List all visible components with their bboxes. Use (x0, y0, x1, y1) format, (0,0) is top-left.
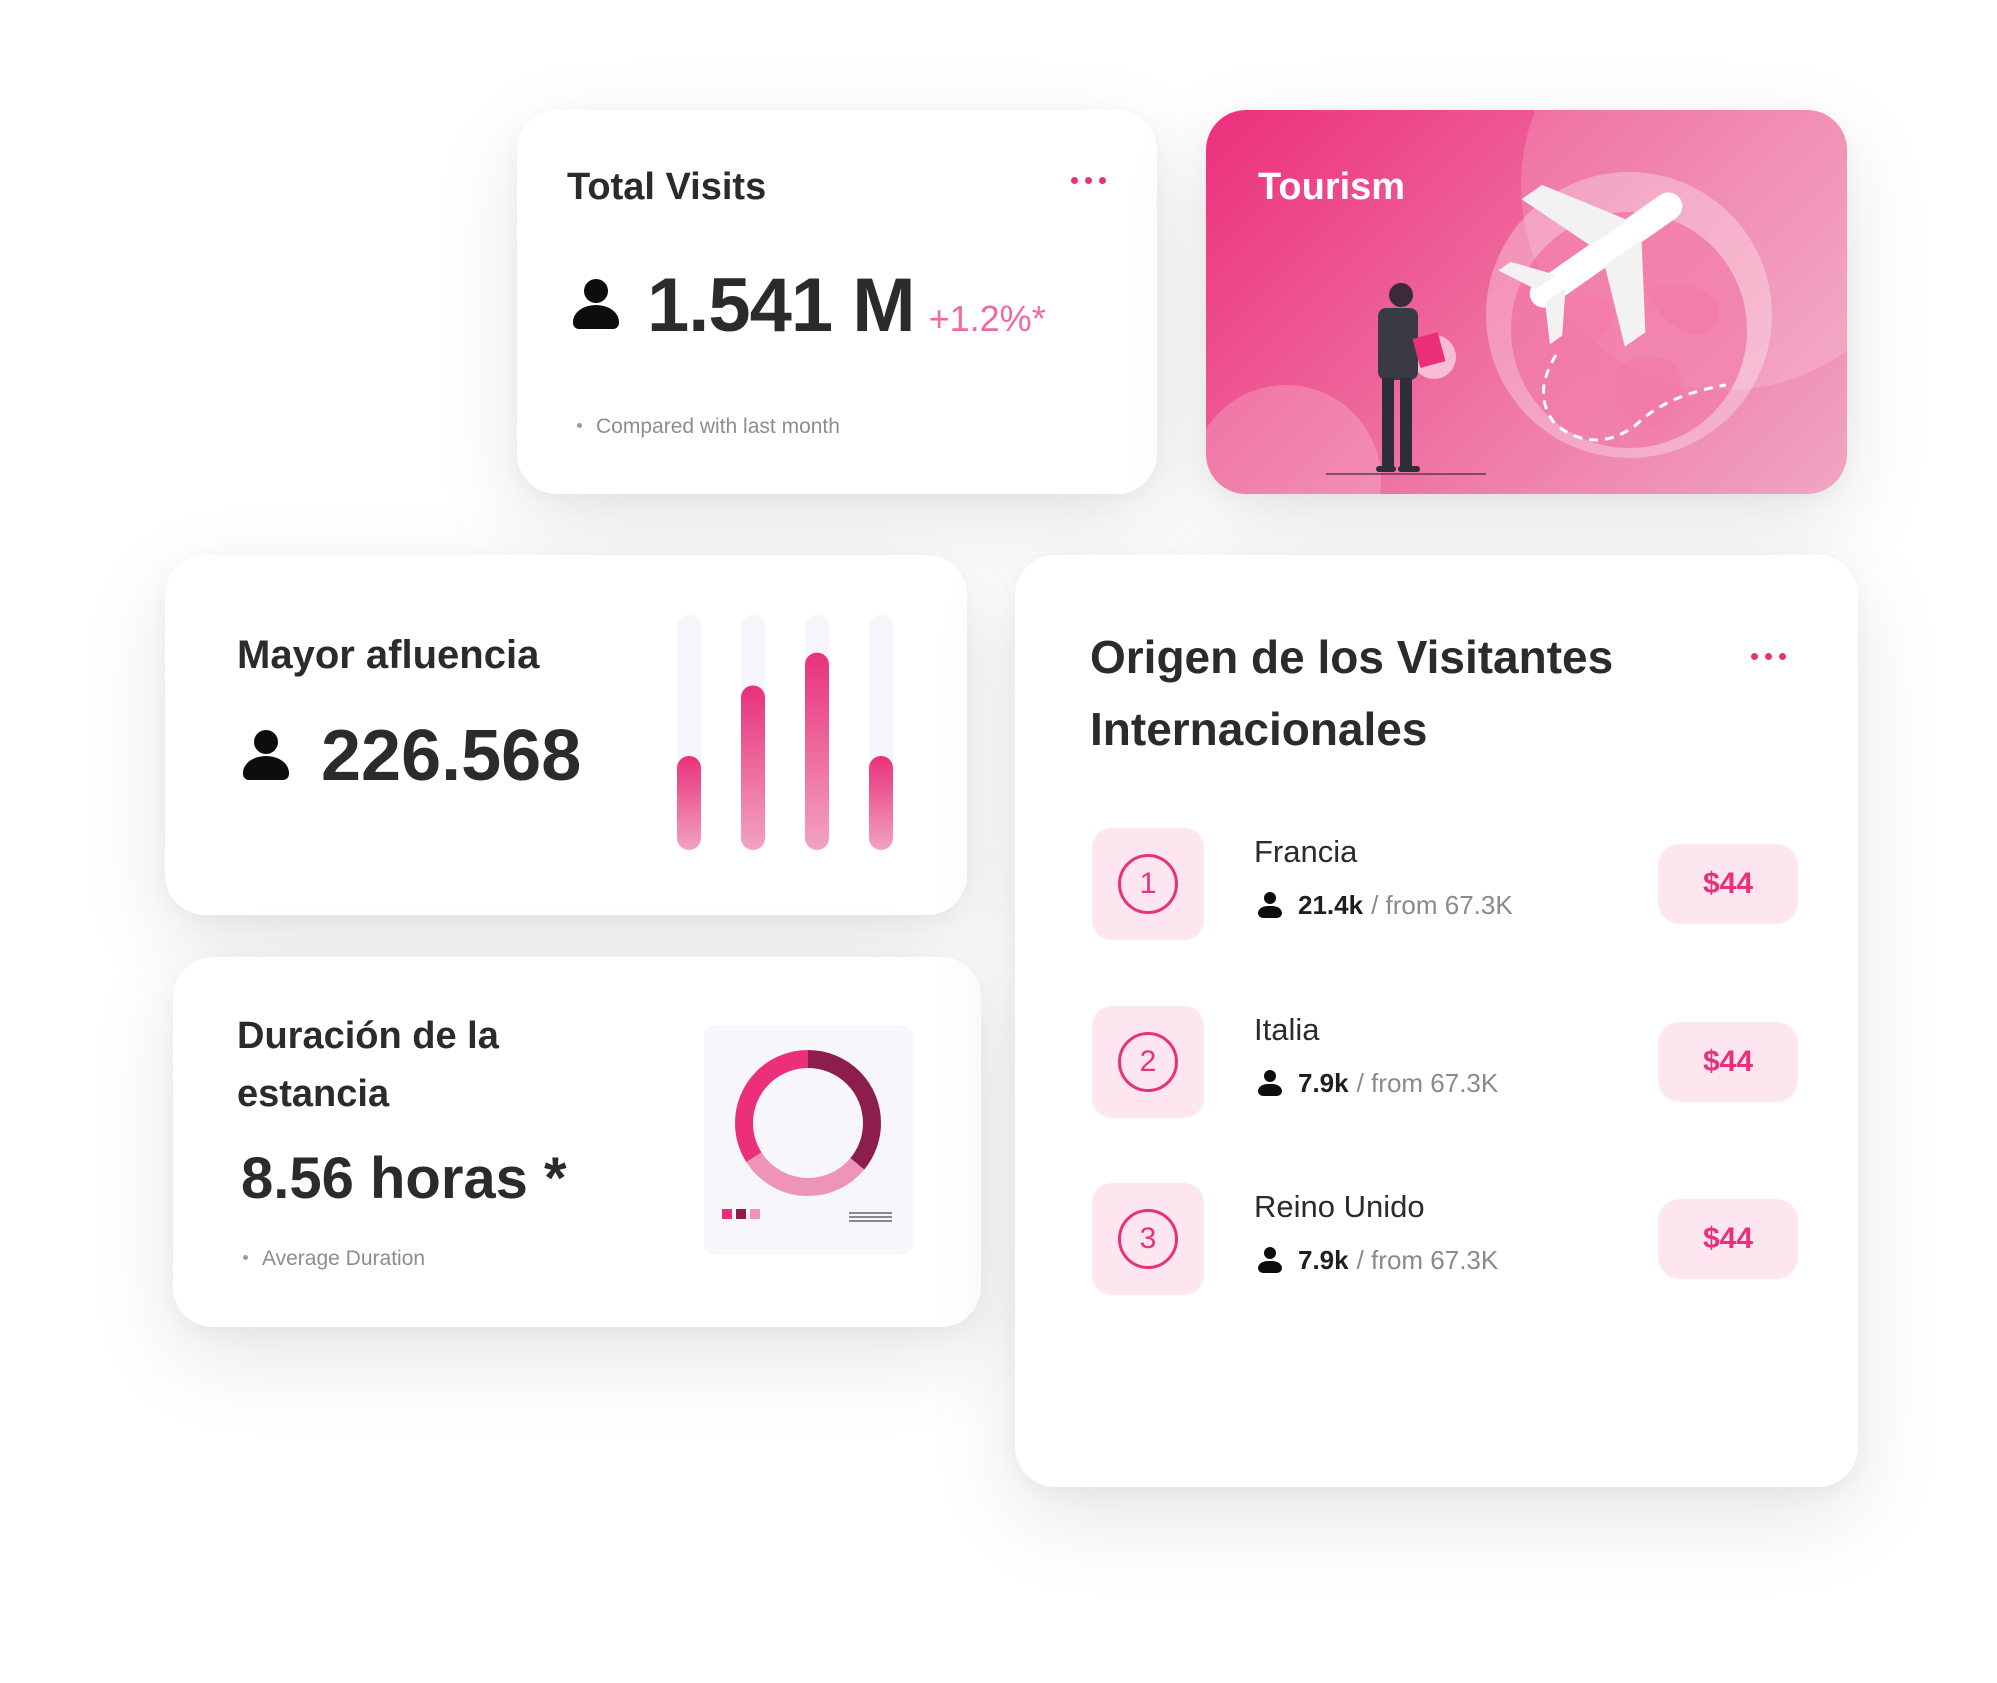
peak-value: 226.568 (321, 716, 582, 796)
rank-badge[interactable]: 2 (1092, 1006, 1204, 1118)
bar (677, 756, 701, 850)
visitor-stats: 7.9k / from 67.3K (1258, 1245, 1498, 1276)
rank-number: 2 (1118, 1032, 1178, 1092)
visitor-count: 21.4k (1298, 890, 1364, 920)
more-options-icon[interactable] (1071, 177, 1106, 184)
total-visits-value-row: 1.541 M +1.2%* (573, 262, 1046, 349)
visitor-stats: 21.4k / from 67.3K (1258, 890, 1513, 921)
list-item[interactable]: 2 Italia 7.9k / from 67.3K $44 (1092, 1006, 1798, 1118)
stay-value: 8.56 horas * (241, 1146, 567, 1211)
country-name: Reino Unido (1254, 1189, 1425, 1224)
price-badge[interactable]: $44 (1658, 1199, 1798, 1279)
rank-badge[interactable]: 1 (1092, 828, 1204, 940)
rank-number: 1 (1118, 854, 1178, 914)
legend-swatch (722, 1209, 732, 1219)
peak-title: Mayor afluencia (237, 633, 540, 677)
peak-value-row: 226.568 (243, 715, 581, 797)
tourism-title: Tourism (1258, 166, 1406, 208)
visitor-count: 7.9k (1298, 1245, 1349, 1275)
person-icon (1258, 1070, 1282, 1097)
country-name: Francia (1254, 834, 1358, 869)
origin-title: Origen de los Visitantes Internacionales (1090, 631, 1614, 755)
total-visits-change: +1.2%* (928, 298, 1046, 339)
bar (805, 652, 829, 850)
person-icon (243, 730, 289, 782)
person-icon (1258, 1247, 1282, 1274)
stay-note: Average Duration (243, 1247, 425, 1271)
total-visits-note: Compared with last month (577, 415, 840, 439)
price-badge[interactable]: $44 (1658, 844, 1798, 924)
person-icon (573, 279, 619, 331)
legend-swatch (736, 1209, 746, 1219)
total-visits-card: Total Visits 1.541 M +1.2%* Compared wit… (517, 110, 1157, 494)
peak-attendance-card: Mayor afluencia 226.568 (165, 555, 967, 915)
visitor-total: / from 67.3K (1356, 1068, 1499, 1098)
stay-duration-card: Duración de la estancia 8.56 horas * Ave… (173, 957, 981, 1327)
peak-bar-chart (677, 615, 893, 850)
stay-chart-thumbnail (704, 1025, 913, 1255)
country-name: Italia (1254, 1012, 1320, 1047)
stay-donut-chart (722, 1050, 892, 1222)
legend-swatch (750, 1209, 760, 1219)
bar (741, 685, 765, 850)
visitor-stats: 7.9k / from 67.3K (1258, 1068, 1498, 1099)
more-options-icon[interactable] (1751, 653, 1786, 660)
rank-number: 3 (1118, 1209, 1178, 1269)
stay-title: Duración de la estancia (237, 1015, 499, 1115)
visitor-total: / from 67.3K (1356, 1245, 1499, 1275)
visitor-total: / from 67.3K (1371, 890, 1513, 920)
list-item[interactable]: 3 Reino Unido 7.9k / from 67.3K $44 (1092, 1183, 1798, 1295)
total-visits-title: Total Visits (567, 166, 767, 208)
visitor-count: 7.9k (1298, 1068, 1349, 1098)
total-visits-value: 1.541 M (647, 263, 916, 348)
person-icon (1258, 892, 1282, 919)
rank-badge[interactable]: 3 (1092, 1183, 1204, 1295)
tourism-card: Tourism (1206, 110, 1847, 494)
list-item[interactable]: 1 Francia 21.4k / from 67.3K $44 (1092, 828, 1798, 940)
price-badge[interactable]: $44 (1658, 1022, 1798, 1102)
international-visitors-card: Origen de los Visitantes Internacionales… (1015, 555, 1858, 1487)
bar (869, 756, 893, 850)
